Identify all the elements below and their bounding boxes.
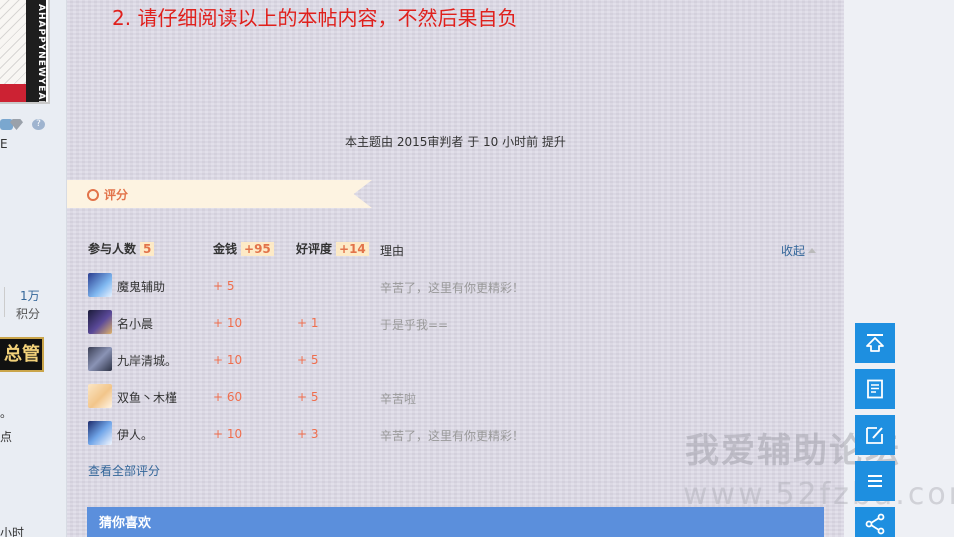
rater-name[interactable]: 名小晨 bbox=[117, 315, 153, 332]
money-header: 金钱 +95 bbox=[213, 240, 274, 260]
rater-name[interactable]: 双鱼丶木槿 bbox=[117, 389, 177, 406]
back-to-top-icon bbox=[866, 334, 884, 352]
participants-label: 参与人数 bbox=[88, 242, 137, 256]
rep-header: 好评度 +14 bbox=[296, 240, 369, 260]
rater-reason: 辛苦了，这里有你更精彩！ bbox=[380, 429, 525, 443]
rater-money: + 10 bbox=[213, 316, 243, 330]
rater-name[interactable]: 魔鬼辅助 bbox=[117, 278, 165, 295]
rep-total: +14 bbox=[336, 242, 369, 256]
points-label: 积分 bbox=[16, 307, 41, 321]
bump-note: 本主题由 2015审判者 于 10 小时前 提升 bbox=[345, 135, 566, 149]
participants-count: 5 bbox=[140, 242, 155, 256]
money-label: 金钱 bbox=[213, 242, 238, 256]
rater-money: + 10 bbox=[213, 353, 243, 367]
rating-row: 九岸清城。 + 10 + 5 bbox=[88, 347, 818, 371]
rater-avatar[interactable] bbox=[88, 347, 112, 371]
reason-header: 理由 bbox=[380, 242, 404, 262]
menu-button[interactable] bbox=[855, 461, 895, 501]
back-to-top-button[interactable] bbox=[855, 323, 895, 363]
edit-icon bbox=[866, 427, 883, 444]
rater-reason: 辛苦了，这里有你更精彩！ bbox=[380, 281, 525, 295]
sidebar-text-fragment: 小时 bbox=[0, 526, 25, 537]
author-sidebar: AHAPPYNEWYEAR ? E 1万 积分 总管 。 点 小时 bbox=[0, 0, 67, 537]
collapse-link[interactable]: 收起 bbox=[781, 242, 817, 259]
author-avatar[interactable]: AHAPPYNEWYEAR bbox=[0, 0, 50, 104]
rater-avatar[interactable] bbox=[88, 310, 112, 334]
participants-header: 参与人数 5 bbox=[88, 240, 155, 260]
rater-avatar[interactable] bbox=[88, 384, 112, 408]
rater-money: + 10 bbox=[213, 427, 243, 441]
menu-icon bbox=[868, 475, 882, 487]
share-button[interactable] bbox=[855, 507, 895, 537]
view-all-ratings-link[interactable]: 查看全部评分 bbox=[88, 462, 160, 479]
reply-list-button[interactable] bbox=[855, 369, 895, 409]
stat-divider bbox=[4, 287, 5, 317]
rater-money: + 5 bbox=[213, 279, 235, 293]
help-icon[interactable]: ? bbox=[32, 119, 45, 130]
points-value[interactable]: 1万 bbox=[20, 287, 40, 304]
circle-icon bbox=[87, 189, 99, 201]
rater-name[interactable]: 九岸清城。 bbox=[117, 352, 177, 369]
sidebar-text-fragment: 点 bbox=[0, 430, 13, 444]
rating-tab-title: 评分 bbox=[104, 188, 129, 202]
rating-row: 双鱼丶木槿 + 60 + 5 辛苦啦 bbox=[88, 384, 818, 408]
share-icon bbox=[865, 513, 885, 535]
rater-name[interactable]: 伊人。 bbox=[117, 426, 153, 443]
avatar-red-bar bbox=[0, 84, 26, 102]
money-total: +95 bbox=[241, 242, 274, 256]
caret-up-icon bbox=[808, 248, 817, 253]
rating-row: 魔鬼辅助 + 5 辛苦了，这里有你更精彩！ bbox=[88, 273, 818, 297]
avatar-banner-text: AHAPPYNEWYEAR bbox=[26, 0, 46, 102]
post-notice: 2. 请仔细阅读以上的本帖内容，不然后果自负 bbox=[112, 6, 518, 30]
rating-tab: 评分 bbox=[67, 180, 372, 208]
watermark-en: www.52fzba.com bbox=[683, 477, 954, 512]
rater-rep: + 3 bbox=[297, 427, 319, 441]
quick-reply-button[interactable] bbox=[855, 415, 895, 455]
rater-rep: + 5 bbox=[297, 353, 319, 367]
sidebar-text-fragment: 。 bbox=[0, 406, 13, 420]
rater-money: + 60 bbox=[213, 390, 243, 404]
rater-avatar[interactable] bbox=[88, 273, 112, 297]
rating-row: 名小晨 + 10 + 1 于是乎我== bbox=[88, 310, 818, 334]
sidebar-text-fragment: E bbox=[0, 137, 8, 151]
reason-label: 理由 bbox=[380, 244, 405, 258]
collapse-label: 收起 bbox=[781, 244, 806, 258]
rep-label: 好评度 bbox=[296, 242, 333, 256]
rater-reason: 于是乎我== bbox=[380, 318, 449, 332]
rater-reason: 辛苦啦 bbox=[380, 392, 417, 406]
document-icon bbox=[867, 379, 883, 399]
rater-rep: + 1 bbox=[297, 316, 319, 330]
rater-rep: + 5 bbox=[297, 390, 319, 404]
medal-row: ? bbox=[0, 117, 50, 133]
rater-avatar[interactable] bbox=[88, 421, 112, 445]
group-badge: 总管 bbox=[0, 337, 44, 372]
gem-medal-icon[interactable] bbox=[0, 119, 13, 130]
